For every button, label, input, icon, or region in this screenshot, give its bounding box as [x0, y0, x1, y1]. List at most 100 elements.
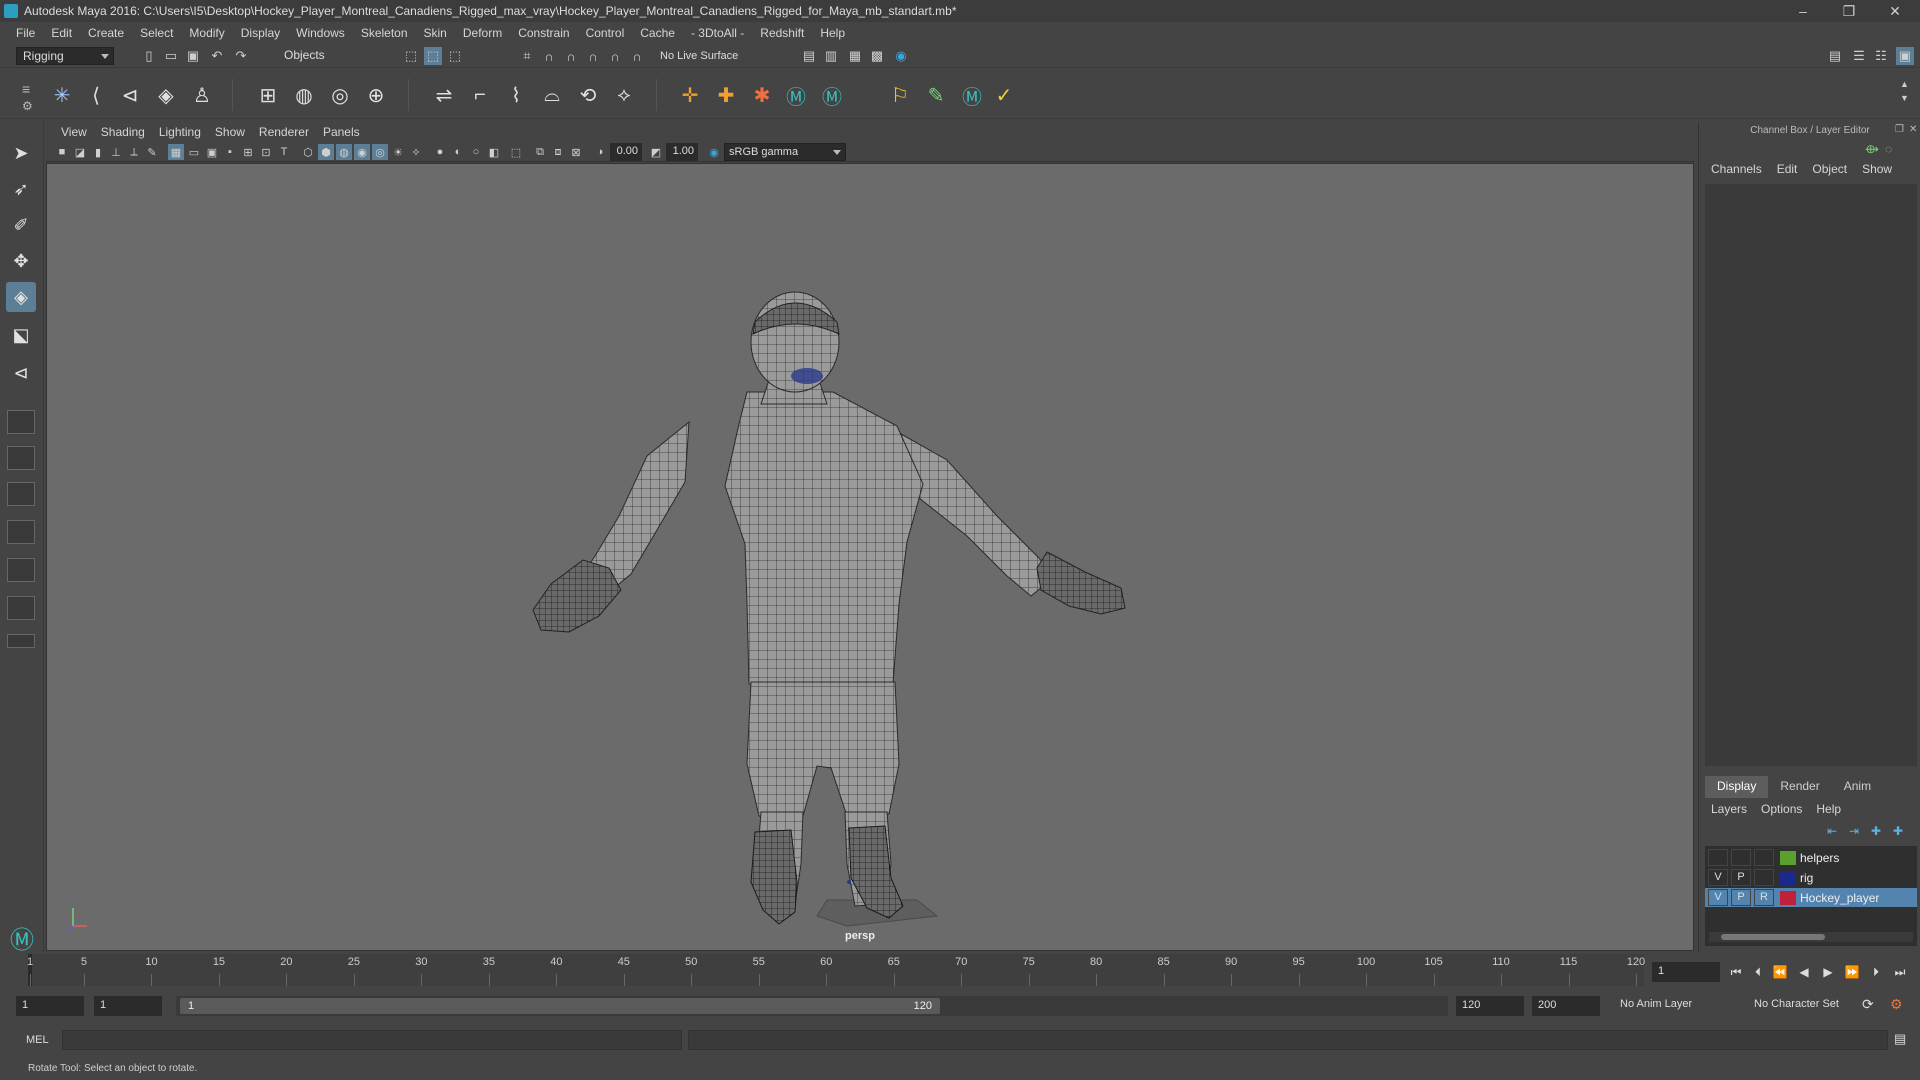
- layer-display-type-toggle[interactable]: [1754, 869, 1774, 886]
- ambient-occlusion-icon[interactable]: ●: [432, 144, 448, 160]
- undo-icon[interactable]: ↶: [208, 47, 226, 65]
- layer-visibility-toggle[interactable]: [1708, 849, 1728, 866]
- range-thumb[interactable]: 1 120: [180, 998, 940, 1014]
- menu-3dtoall[interactable]: - 3DtoAll -: [683, 26, 752, 40]
- mel-label[interactable]: MEL: [26, 1034, 49, 1046]
- film-gate-icon[interactable]: ▭: [186, 144, 202, 160]
- cb-menu-edit[interactable]: Edit: [1777, 162, 1807, 182]
- menu-constrain[interactable]: Constrain: [510, 26, 577, 40]
- select-hierarchy-icon[interactable]: ⬚: [402, 47, 420, 65]
- menu-skeleton[interactable]: Skeleton: [353, 26, 416, 40]
- persp-viewport[interactable]: persp: [46, 163, 1694, 951]
- move-layer-up-icon[interactable]: ⇤: [1827, 824, 1837, 838]
- select-component-icon[interactable]: ⬚: [446, 47, 464, 65]
- exposure-icon[interactable]: ◑: [592, 144, 608, 160]
- four-view-layout-icon[interactable]: [7, 446, 35, 470]
- last-tool-icon[interactable]: ⊲: [6, 358, 36, 388]
- menu-modify[interactable]: Modify: [181, 26, 232, 40]
- layer-display-type-toggle[interactable]: [1754, 849, 1774, 866]
- cb-menu-channels[interactable]: Channels: [1711, 162, 1771, 182]
- channel-box-speed-icon[interactable]: ◌: [1885, 142, 1892, 156]
- ik-handle-icon[interactable]: ⊲: [116, 81, 144, 109]
- ik-spline-icon[interactable]: ◈: [152, 81, 180, 109]
- layer-row-rig[interactable]: V P rig: [1705, 868, 1917, 887]
- cb-menu-object[interactable]: Object: [1812, 162, 1856, 182]
- field-chart-icon[interactable]: ⊞: [240, 144, 256, 160]
- motion-blur-icon[interactable]: ◐: [450, 144, 466, 160]
- safe-title-icon[interactable]: T: [276, 144, 292, 160]
- step-back-key-icon[interactable]: ⏪: [1772, 964, 1788, 980]
- viewport-menu-panels[interactable]: Panels: [316, 125, 367, 139]
- menu-help[interactable]: Help: [812, 26, 853, 40]
- anti-aliasing-icon[interactable]: ○: [468, 144, 484, 160]
- step-back-frame-icon[interactable]: ⏴: [1750, 964, 1766, 980]
- grid-icon[interactable]: ▦: [168, 144, 184, 160]
- wireframe-on-shaded-icon[interactable]: ◍: [336, 144, 352, 160]
- range-bar[interactable]: 1 120: [176, 996, 944, 1016]
- go-to-start-icon[interactable]: ⏮: [1728, 964, 1744, 980]
- play-backwards-icon[interactable]: ◀: [1796, 964, 1812, 980]
- channel-box-toggle-icon[interactable]: ▣: [1896, 47, 1914, 65]
- xray-icon[interactable]: ✧: [408, 144, 424, 160]
- resolution-gate-icon[interactable]: ▣: [204, 144, 220, 160]
- snap-view-icon[interactable]: ∩: [584, 47, 602, 65]
- custom-layout-icon[interactable]: [7, 634, 35, 648]
- layer-playback-toggle[interactable]: [1731, 849, 1751, 866]
- gamma-field[interactable]: 1.00: [666, 143, 698, 161]
- time-ruler[interactable]: 1 5 10 15 20 25 30 35 40 45 50 55 60 65 70 75 80 85 90 95 10…: [27, 954, 1645, 986]
- bind-skin-icon[interactable]: ⊞: [254, 81, 282, 109]
- move-layer-down-icon[interactable]: ⇥: [1849, 824, 1859, 838]
- modeling-toolkit-icon[interactable]: ▤: [1826, 47, 1844, 65]
- exposure-field[interactable]: 0.00: [610, 143, 642, 161]
- channel-box-area[interactable]: [1705, 184, 1917, 766]
- bookmark-icon[interactable]: ▮: [90, 144, 106, 160]
- viewport-menu-shading[interactable]: Shading: [94, 125, 152, 139]
- camera-attributes-icon[interactable]: ◪: [72, 144, 88, 160]
- rotate-tool-icon[interactable]: ◈: [6, 282, 36, 312]
- shelf-scroll-up-icon[interactable]: ▲: [1900, 79, 1909, 89]
- step-forward-key-icon[interactable]: ⏩: [1844, 964, 1860, 980]
- layer-row-helpers[interactable]: helpers: [1705, 848, 1917, 867]
- menu-file[interactable]: File: [8, 26, 43, 40]
- camera-select-icon[interactable]: ■: [54, 144, 70, 160]
- single-view-layout-icon[interactable]: [7, 410, 35, 434]
- smooth-shade-icon[interactable]: ⬢: [318, 144, 334, 160]
- scale-tool-icon[interactable]: ⬕: [6, 320, 36, 350]
- layer-playback-toggle[interactable]: P: [1731, 869, 1751, 886]
- outliner-layout-icon[interactable]: [7, 520, 35, 544]
- nonlinear-flare-icon[interactable]: ⌇: [502, 81, 530, 109]
- redo-icon[interactable]: ↷: [232, 47, 250, 65]
- two-view-layout-icon[interactable]: [7, 482, 35, 506]
- color-management-icon[interactable]: ◉: [706, 144, 722, 160]
- cb-menu-show[interactable]: Show: [1862, 162, 1901, 182]
- skin-paint-icon[interactable]: ✎: [922, 81, 950, 109]
- parent-constraint-icon[interactable]: Ⓜ: [782, 81, 810, 109]
- maximize-button[interactable]: ❐: [1826, 0, 1872, 22]
- menu-skin[interactable]: Skin: [416, 26, 455, 40]
- sculpt-icon[interactable]: ⌓: [538, 81, 566, 109]
- nonlinear-bend-icon[interactable]: ⌐: [466, 81, 494, 109]
- blend-shape-icon[interactable]: ⇌: [430, 81, 458, 109]
- menu-redshift[interactable]: Redshift: [752, 26, 812, 40]
- tab-display[interactable]: Display: [1705, 776, 1769, 798]
- graph-layout-icon[interactable]: [7, 558, 35, 582]
- pole-vector-icon[interactable]: ⚐: [886, 81, 914, 109]
- channel-box-attr-icon[interactable]: ⟴: [1865, 142, 1879, 156]
- two-d-pan-icon[interactable]: ⟂: [126, 144, 142, 160]
- play-forwards-icon[interactable]: ▶: [1820, 964, 1836, 980]
- shelf-settings-icon[interactable]: ⚙: [22, 99, 33, 113]
- layer-visibility-toggle[interactable]: V: [1708, 889, 1728, 906]
- image-plane-icon[interactable]: ⊥: [108, 144, 124, 160]
- cluster-icon[interactable]: ◎: [326, 81, 354, 109]
- layer-row-hockey-player[interactable]: V P R Hockey_player: [1705, 888, 1917, 907]
- menu-display[interactable]: Display: [233, 26, 288, 40]
- snap-live-icon[interactable]: ∩: [628, 47, 646, 65]
- script-editor-icon[interactable]: ▤: [1894, 1031, 1906, 1047]
- lasso-tool-icon[interactable]: ➶: [6, 174, 36, 204]
- animation-start-field[interactable]: 1: [16, 996, 84, 1016]
- snap-point-icon[interactable]: ∩: [562, 47, 580, 65]
- layer-list-scrollbar[interactable]: [1709, 932, 1913, 942]
- hypershade-layout-icon[interactable]: [7, 596, 35, 620]
- wrinkle-icon[interactable]: ⟡: [610, 81, 638, 109]
- shadows-icon[interactable]: ☀: [390, 144, 406, 160]
